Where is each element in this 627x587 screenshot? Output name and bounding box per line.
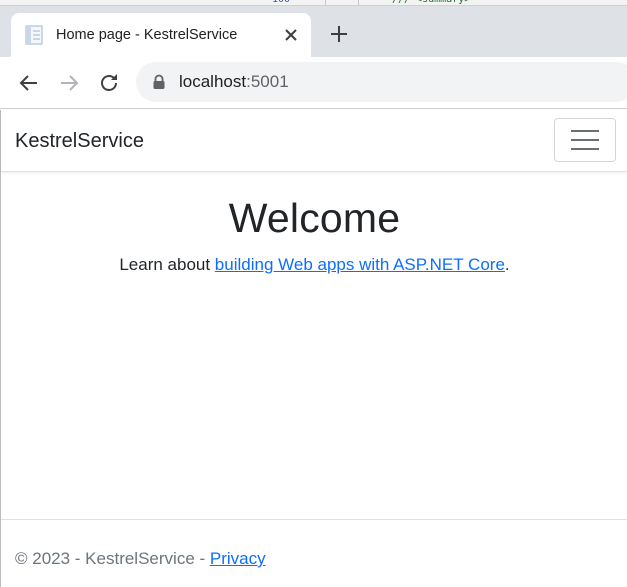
forward-button[interactable] (55, 69, 83, 97)
plus-icon (331, 26, 347, 42)
lead-suffix: . (504, 255, 510, 274)
browser-toolbar: localhost:5001 (0, 57, 627, 109)
lock-icon[interactable] (152, 74, 166, 90)
navbar-toggler-button[interactable] (554, 118, 616, 162)
privacy-link[interactable]: Privacy (210, 549, 266, 568)
url-text: localhost:5001 (179, 72, 289, 92)
reload-button[interactable] (95, 69, 123, 97)
lead-prefix: Learn about (119, 255, 215, 274)
url-port: :5001 (246, 72, 289, 91)
address-bar[interactable]: localhost:5001 (136, 62, 627, 102)
tab-title: Home page - KestrelService (56, 27, 238, 43)
reload-icon (101, 74, 117, 91)
lead-paragraph: Learn about building Web apps with ASP.N… (1, 254, 627, 276)
page-title: Welcome (228, 195, 401, 241)
url-host: localhost (179, 72, 247, 91)
browser-tab[interactable]: Home page - KestrelService (11, 13, 311, 57)
page-viewport: KestrelService Welcome Learn about build… (0, 110, 627, 587)
arrow-right-icon (61, 75, 79, 91)
page-favicon-icon (25, 25, 43, 45)
footer-text: © 2023 - KestrelService - Privacy (15, 548, 266, 570)
site-footer: © 2023 - KestrelService - Privacy (1, 519, 627, 587)
navbar-brand[interactable]: KestrelService (15, 129, 144, 153)
aspnet-docs-link[interactable]: building Web apps with ASP.NET Core (215, 255, 505, 274)
back-button[interactable] (15, 69, 43, 97)
footer-copyright: © 2023 - KestrelService - (15, 549, 210, 568)
arrow-left-icon (19, 75, 37, 91)
new-tab-button[interactable] (325, 20, 353, 48)
close-icon[interactable] (281, 24, 301, 46)
site-navbar: KestrelService (1, 110, 627, 172)
background-fragment: 100 (272, 0, 290, 5)
background-fragment: /// <summary> (392, 0, 470, 5)
